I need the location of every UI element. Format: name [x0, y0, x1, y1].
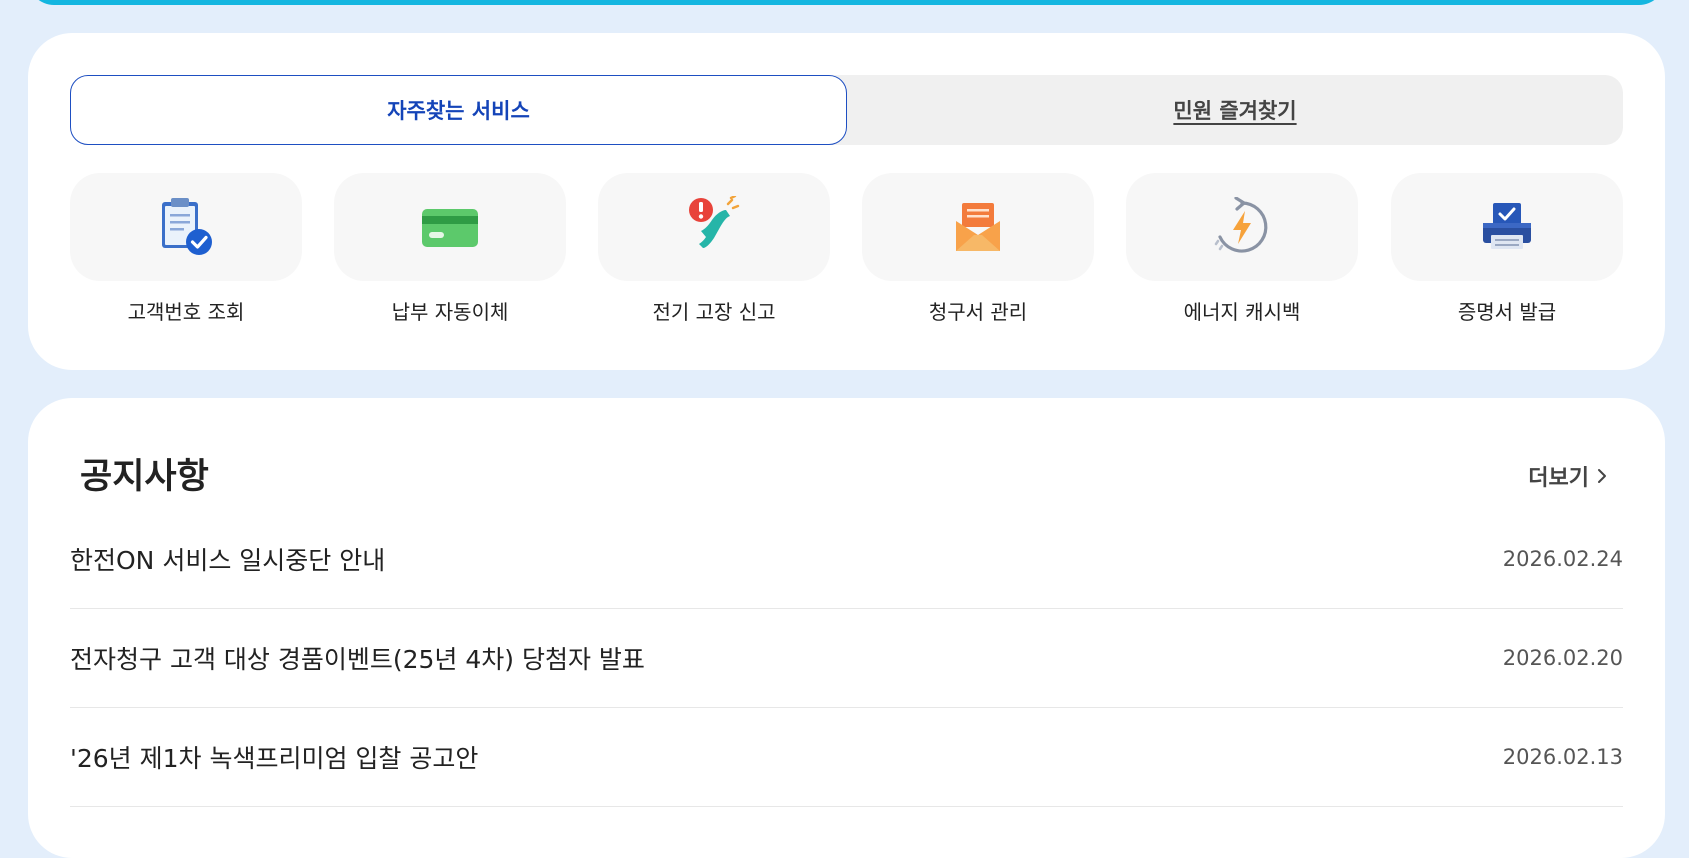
top-banner-edge — [28, 0, 1665, 5]
services-card: 자주찾는 서비스 민원 즐겨찾기 고객번호 조회 납부 자동이체 전기 고장 신… — [28, 33, 1665, 370]
service-label: 납부 자동이체 — [391, 300, 509, 324]
service-icon-box — [1391, 173, 1623, 281]
service-icon-box — [334, 173, 566, 281]
service-energy-cashback[interactable]: 에너지 캐시백 — [1126, 173, 1358, 325]
notice-list: 한전ON 서비스 일시중단 안내 2026.02.24 전자청구 고객 대상 경… — [70, 510, 1623, 807]
energy-refresh-icon — [1214, 197, 1268, 253]
chevron-right-icon — [1598, 469, 1606, 483]
service-bill-management[interactable]: 청구서 관리 — [862, 173, 1094, 325]
service-icon-box — [70, 173, 302, 281]
tab-frequent-services[interactable]: 자주찾는 서비스 — [70, 75, 847, 145]
service-icon-box — [862, 173, 1094, 281]
printer-icon — [1483, 203, 1531, 249]
tab-favorite-complaints[interactable]: 민원 즐겨찾기 — [847, 75, 1623, 145]
service-label: 고객번호 조회 — [127, 300, 245, 324]
notice-item-date: 2026.02.24 — [1502, 547, 1623, 571]
service-auto-payment[interactable]: 납부 자동이체 — [334, 173, 566, 325]
notice-item-date: 2026.02.13 — [1502, 745, 1623, 769]
notice-item[interactable]: 한전ON 서비스 일시중단 안내 2026.02.24 — [70, 510, 1623, 609]
notice-more-link[interactable]: 더보기 — [1528, 460, 1607, 492]
service-label: 전기 고장 신고 — [652, 300, 776, 324]
service-label: 청구서 관리 — [928, 300, 1028, 324]
credit-card-icon — [422, 209, 478, 247]
service-tabs: 자주찾는 서비스 민원 즐겨찾기 — [70, 75, 1623, 145]
clipboard-check-icon — [162, 198, 212, 255]
notice-item-title: 한전ON 서비스 일시중단 안내 — [70, 546, 386, 575]
service-customer-number[interactable]: 고객번호 조회 — [70, 173, 302, 325]
notice-item-title: 전자청구 고객 대상 경품이벤트(25년 4차) 당첨자 발표 — [70, 645, 645, 674]
notice-item-date: 2026.02.20 — [1502, 646, 1623, 670]
service-icon-box — [598, 173, 830, 281]
more-link-label: 더보기 — [1528, 466, 1589, 491]
notice-section-title: 공지사항 — [80, 457, 209, 497]
notice-item-title: '26년 제1차 녹색프리미엄 입찰 공고안 — [70, 744, 479, 773]
notice-card: 공지사항 더보기 한전ON 서비스 일시중단 안내 2026.02.24 전자청… — [28, 398, 1665, 858]
service-certificate-issuance[interactable]: 증명서 발급 — [1391, 173, 1623, 325]
service-power-failure-report[interactable]: 전기 고장 신고 — [598, 173, 830, 325]
service-icon-box — [1126, 173, 1358, 281]
service-label: 에너지 캐시백 — [1183, 300, 1301, 324]
notice-item[interactable]: '26년 제1차 녹색프리미엄 입찰 공고안 2026.02.13 — [70, 708, 1623, 807]
envelope-icon — [956, 203, 1000, 251]
notice-item[interactable]: 전자청구 고객 대상 경품이벤트(25년 4차) 당첨자 발표 2026.02.… — [70, 609, 1623, 708]
service-label: 증명서 발급 — [1457, 300, 1557, 324]
phone-alert-icon — [689, 196, 740, 248]
